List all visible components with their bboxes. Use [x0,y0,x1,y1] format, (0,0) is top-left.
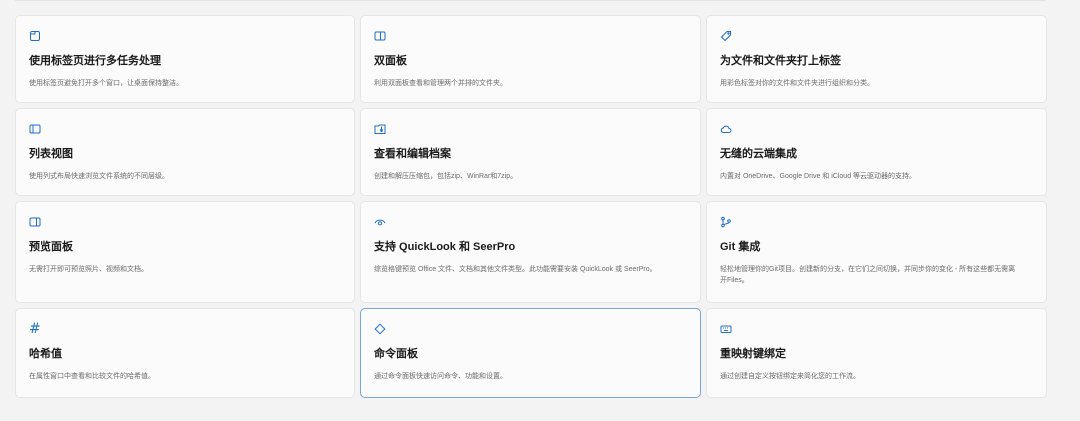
git-branch-icon [720,216,732,228]
feature-card-git[interactable]: Git 集成 轻松地管理你的Git项目。创建新的分支，在它们之间切换，并同步你的… [706,201,1047,303]
archive-icon [374,123,386,135]
card-description: 综览格键预览 Office 文件、文档和其他文件类型。此功能需要安装 Quick… [374,266,657,273]
tag-icon [720,30,732,42]
card-description: 用彩色标签对你的文件和文件夹进行组织和分类。 [720,80,874,87]
cloud-icon [720,123,732,135]
card-title: 列表视图 [29,148,73,160]
eye-icon [374,216,386,228]
card-title: 查看和编辑档案 [374,148,451,160]
card-title: 使用标签页进行多任务处理 [29,55,161,67]
feature-card-command-palette[interactable]: 命令面板 通过命令面板快速访问命令、功能和设置。 [360,308,701,398]
tab-icon [29,30,41,42]
keyboard-icon [720,323,732,335]
card-title: Git 集成 [720,241,761,253]
command-palette-icon [374,323,386,335]
feature-card-tags[interactable]: 为文件和文件夹打上标签 用彩色标签对你的文件和文件夹进行组织和分类。 [706,15,1047,103]
card-description: 通过命令面板快速访问命令、功能和设置。 [374,373,507,380]
dual-pane-icon [374,30,386,42]
card-title: 支持 QuickLook 和 SeerPro [374,241,516,253]
card-title: 哈希值 [29,348,62,360]
card-title: 重映射键绑定 [720,348,786,360]
feature-card-keybindings[interactable]: 重映射键绑定 通过创建自定义按钮绑定来简化您的工作流。 [706,308,1047,398]
card-description: 轻松地管理你的Git项目。创建新的分支，在它们之间切换，并同步你的变化 - 所有… [720,266,1016,284]
card-description: 使用列式布局快速浏览文件系统的不同层级。 [29,173,169,180]
card-description: 利用双面板查看和管理两个并排的文件夹。 [374,80,507,87]
feature-card-dual-pane[interactable]: 双面板 利用双面板查看和管理两个并排的文件夹。 [360,15,701,103]
feature-card-hashes[interactable]: # 哈希值 在属性窗口中查看和比较文件的哈希值。 [15,308,355,398]
feature-card-preview-pane[interactable]: 预览面板 无需打开即可预览照片、视频和文档。 [15,201,355,303]
card-title: 预览面板 [29,241,73,253]
card-description: 创建和解压压缩包，包括zip、WinRar和7zip。 [374,173,518,180]
feature-card-cloud[interactable]: 无缝的云端集成 内置对 OneDrive、Google Drive 和 iClo… [706,108,1047,196]
hash-icon: # [29,321,41,337]
preview-pane-icon [29,216,41,228]
card-title: 命令面板 [374,348,418,360]
feature-card-quicklook[interactable]: 支持 QuickLook 和 SeerPro 综览格键预览 Office 文件、… [360,201,701,303]
card-description: 通过创建自定义按钮绑定来简化您的工作流。 [720,373,860,380]
feature-card-list-view[interactable]: 列表视图 使用列式布局快速浏览文件系统的不同层级。 [15,108,355,196]
card-title: 为文件和文件夹打上标签 [720,55,841,67]
feature-card-tabs[interactable]: 使用标签页进行多任务处理 使用标签页避免打开多个窗口，让桌面保持整洁。 [15,15,355,103]
card-description: 无需打开即可预览照片、视频和文档。 [29,266,148,273]
card-title: 双面板 [374,55,407,67]
feature-grid: 使用标签页进行多任务处理 使用标签页避免打开多个窗口，让桌面保持整洁。 双面板 … [15,15,1047,398]
card-description: 使用标签页避免打开多个窗口，让桌面保持整洁。 [29,80,183,87]
card-title: 无缝的云端集成 [720,148,797,160]
card-description: 在属性窗口中查看和比较文件的哈希值。 [29,373,155,380]
feature-card-archives[interactable]: 查看和编辑档案 创建和解压压缩包，包括zip、WinRar和7zip。 [360,108,701,196]
top-divider [15,0,1046,1]
card-description: 内置对 OneDrive、Google Drive 和 iCloud 等云驱动器… [720,173,917,180]
list-view-icon [29,123,41,135]
